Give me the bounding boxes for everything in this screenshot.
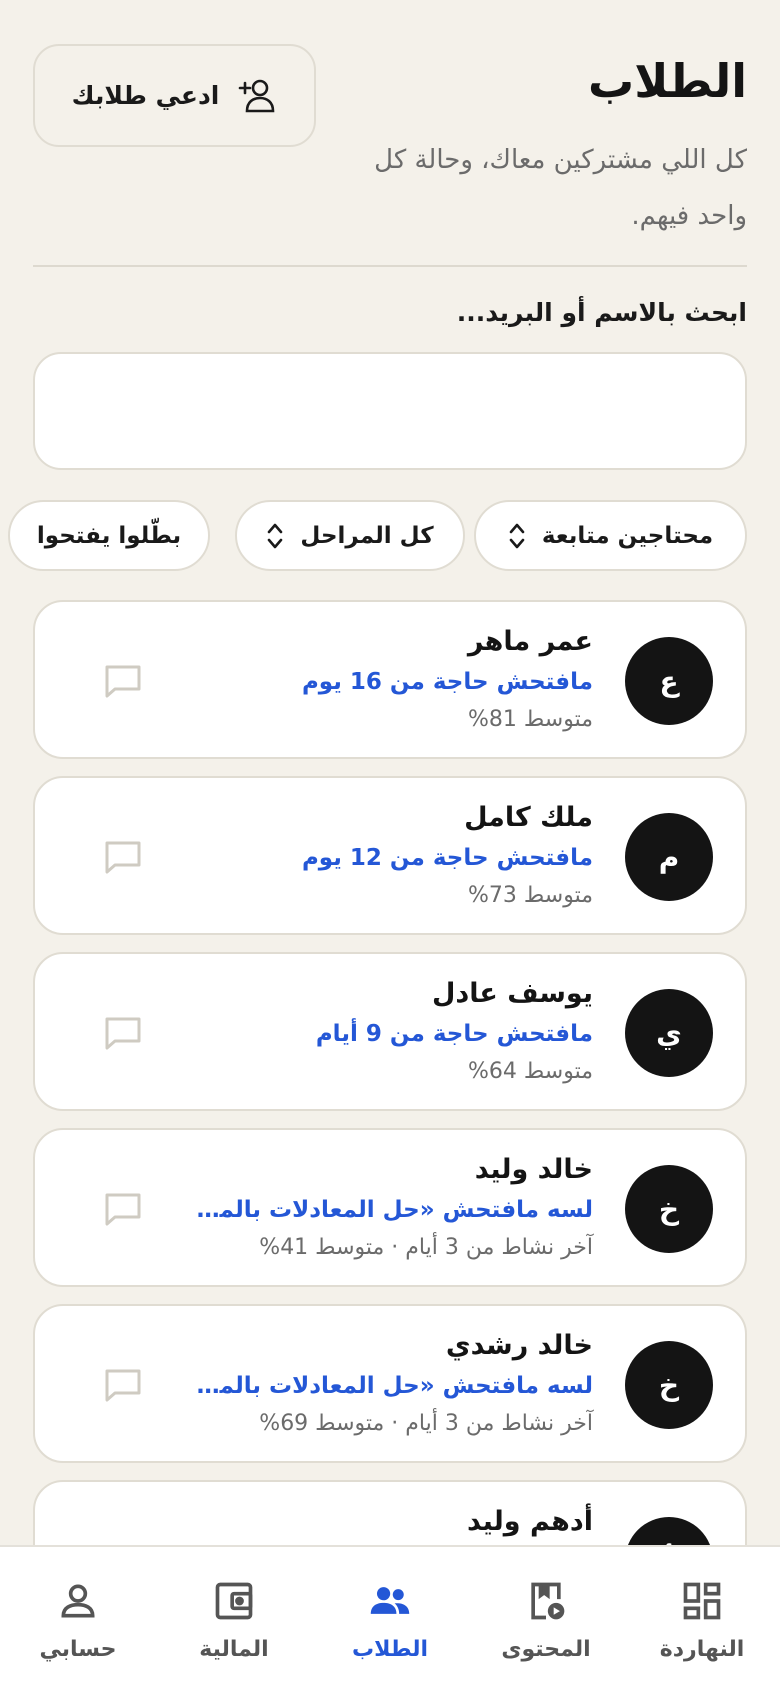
avatar: ع (625, 637, 713, 725)
filter-stopped-opening[interactable]: بطّلوا يفتحوا (8, 500, 210, 571)
student-meta: متوسط 64% (467, 1059, 593, 1084)
filter-needs-followup[interactable]: محتاجين متابعة (474, 500, 747, 571)
person-icon (61, 1584, 95, 1618)
student-status: لسه مافتحش «حل المعادلات بالمص... (195, 1373, 593, 1399)
message-icon[interactable] (103, 839, 143, 875)
bottom-nav: النهاردة المحتوى الطلاب المالية حسابي (0, 1545, 780, 1688)
nav-label: المحتوى (501, 1637, 591, 1662)
student-card[interactable]: ع عمر ماهر مافتحش حاجة من 16 يوم متوسط 8… (33, 600, 747, 759)
student-status: لسه مافتحش «حل المعادلات بالمص... (195, 1197, 593, 1223)
invite-students-button[interactable]: ادعي طلابك (33, 44, 316, 147)
page-title: الطلاب (587, 54, 747, 108)
student-meta: متوسط 81% (467, 707, 593, 732)
page-subtitle: كل اللي مشتركين معاك، وحالة كل واحد فيهم… (374, 145, 747, 231)
nav-label: النهاردة (659, 1637, 745, 1662)
message-icon[interactable] (103, 663, 143, 699)
page-header: الطلاب كل اللي مشتركين معاك، وحالة كل وا… (33, 44, 747, 259)
message-icon[interactable] (103, 1015, 143, 1051)
student-name: عمر ماهر (467, 626, 593, 657)
filter-label: بطّلوا يفتحوا (36, 522, 182, 549)
student-meta: آخر نشاط من 3 أيام · متوسط 69% (259, 1411, 593, 1436)
search-input[interactable] (33, 352, 747, 470)
student-info: خالد وليد لسه مافتحش «حل المعادلات بالمص… (195, 1150, 593, 1266)
nav-item-students[interactable]: الطلاب (312, 1547, 468, 1688)
sort-arrows-icon (268, 523, 283, 548)
student-meta: متوسط 73% (467, 883, 593, 908)
students-page: الطلاب كل اللي مشتركين معاك، وحالة كل وا… (0, 0, 780, 1688)
student-info: يوسف عادل مافتحش حاجة من 9 أيام متوسط 64… (195, 974, 593, 1090)
student-card[interactable]: خ خالد وليد لسه مافتحش «حل المعادلات بال… (33, 1128, 747, 1287)
avatar: م (625, 813, 713, 901)
nav-item-content[interactable]: المحتوى (468, 1547, 624, 1688)
message-icon[interactable] (103, 1191, 143, 1227)
filter-label: كل المراحل (300, 522, 434, 549)
dashboard-icon (683, 1582, 721, 1620)
sort-arrows-icon (509, 523, 525, 548)
message-icon[interactable] (103, 1367, 143, 1403)
filter-label: محتاجين متابعة (541, 522, 714, 549)
student-name: خالد رشدي (445, 1330, 593, 1361)
add-user-icon (239, 79, 275, 112)
nav-item-account[interactable]: حسابي (0, 1547, 156, 1688)
wallet-icon (215, 1582, 253, 1620)
nav-label: حسابي (39, 1637, 117, 1662)
student-info: خالد رشدي لسه مافتحش «حل المعادلات بالمص… (195, 1326, 593, 1442)
student-status: مافتحش حاجة من 9 أيام (315, 1021, 593, 1047)
student-info: أدهم وليد (195, 1502, 593, 1542)
student-card[interactable]: خ خالد رشدي لسه مافتحش «حل المعادلات بال… (33, 1304, 747, 1463)
nav-label: المالية (199, 1637, 269, 1662)
nav-label: الطلاب (351, 1637, 429, 1662)
nav-item-finance[interactable]: المالية (156, 1547, 312, 1688)
header-divider (33, 265, 747, 267)
search-label: ابحث بالاسم أو البريد... (456, 298, 747, 327)
avatar: ي (625, 989, 713, 1077)
student-status: مافتحش حاجة من 16 يوم (301, 669, 593, 695)
student-info: عمر ماهر مافتحش حاجة من 16 يوم متوسط 81% (195, 622, 593, 738)
filter-all-stages[interactable]: كل المراحل (235, 500, 465, 571)
student-meta: آخر نشاط من 3 أيام · متوسط 41% (259, 1235, 593, 1260)
nav-item-today[interactable]: النهاردة (624, 1547, 780, 1688)
student-status: مافتحش حاجة من 12 يوم (301, 845, 593, 871)
avatar: خ (625, 1341, 713, 1429)
student-name: ملك كامل (464, 802, 593, 833)
student-name: أدهم وليد (467, 1506, 593, 1537)
student-info: ملك كامل مافتحش حاجة من 12 يوم متوسط 73% (195, 798, 593, 914)
student-card[interactable]: ي يوسف عادل مافتحش حاجة من 9 أيام متوسط … (33, 952, 747, 1111)
student-name: خالد وليد (474, 1154, 593, 1185)
student-name: يوسف عادل (431, 978, 593, 1009)
avatar: خ (625, 1165, 713, 1253)
content-icon (531, 1582, 565, 1620)
invite-button-label: ادعي طلابك (71, 81, 220, 110)
students-icon (370, 1587, 410, 1614)
student-card[interactable]: م ملك كامل مافتحش حاجة من 12 يوم متوسط 7… (33, 776, 747, 935)
